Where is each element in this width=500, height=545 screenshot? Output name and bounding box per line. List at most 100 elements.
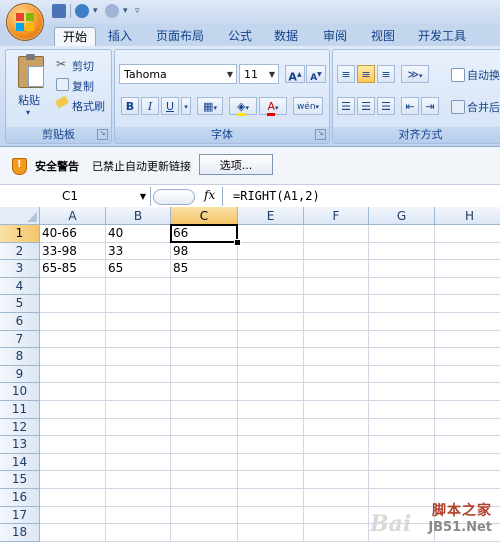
- cell-g16[interactable]: [369, 489, 435, 507]
- cell-c14[interactable]: [171, 453, 238, 472]
- cell-e3[interactable]: [238, 260, 304, 278]
- grow-font-button[interactable]: A▲: [285, 65, 305, 84]
- column-header-a[interactable]: A: [40, 207, 106, 225]
- cell-a18[interactable]: [40, 524, 106, 542]
- row-header-5[interactable]: 5: [0, 295, 40, 313]
- customize-qat-icon[interactable]: ▿: [135, 4, 143, 18]
- cell-f15[interactable]: [304, 471, 369, 489]
- cell-e10[interactable]: [238, 383, 304, 401]
- cell-c4[interactable]: [171, 277, 238, 296]
- cell-f2[interactable]: [304, 242, 369, 261]
- cell-b7[interactable]: [106, 330, 171, 349]
- clipboard-launcher-icon[interactable]: ↘: [97, 129, 108, 140]
- cell-h7[interactable]: [435, 331, 500, 349]
- row-header-10[interactable]: 10: [0, 383, 40, 401]
- cell-f18[interactable]: [304, 524, 369, 542]
- cell-c3[interactable]: 85: [171, 260, 238, 278]
- tab-home[interactable]: 开始: [54, 27, 96, 47]
- cell-e14[interactable]: [238, 453, 304, 472]
- cell-a8[interactable]: [40, 348, 106, 366]
- align-top-button[interactable]: ≡: [337, 65, 355, 83]
- cell-c17[interactable]: [171, 506, 238, 525]
- row-header-14[interactable]: 14: [0, 453, 40, 472]
- fill-handle[interactable]: [234, 238, 241, 246]
- column-header-f[interactable]: F: [304, 207, 369, 225]
- cell-f17[interactable]: [304, 506, 369, 525]
- cell-b5[interactable]: [106, 295, 171, 313]
- column-header-b[interactable]: B: [106, 207, 171, 225]
- cell-a7[interactable]: [40, 330, 106, 349]
- cell-e6[interactable]: [238, 313, 304, 331]
- cell-f12[interactable]: [304, 418, 369, 437]
- merge-center-button[interactable]: 合并后: [467, 99, 500, 115]
- paste-button[interactable]: 粘贴: [18, 92, 40, 108]
- cell-b18[interactable]: [106, 524, 171, 542]
- cell-b1[interactable]: 40: [106, 225, 171, 243]
- cell-a13[interactable]: [40, 436, 106, 454]
- cell-e13[interactable]: [238, 436, 304, 454]
- shrink-font-button[interactable]: A▼: [306, 65, 326, 83]
- cell-e12[interactable]: [238, 418, 304, 437]
- cell-g10[interactable]: [369, 383, 435, 401]
- cell-e9[interactable]: [238, 365, 304, 384]
- chevron-down-icon[interactable]: ▼: [140, 187, 146, 206]
- cell-g12[interactable]: [369, 418, 435, 437]
- cell-h5[interactable]: [435, 295, 500, 313]
- cell-e7[interactable]: [238, 330, 304, 349]
- align-left-button[interactable]: ☰: [337, 97, 355, 115]
- cut-button[interactable]: 剪切: [72, 58, 94, 74]
- row-header-18[interactable]: 18: [0, 524, 40, 542]
- align-right-button[interactable]: ☰: [377, 97, 395, 115]
- formula-input[interactable]: =RIGHT(A1,2): [233, 187, 320, 206]
- cell-a12[interactable]: [40, 418, 106, 437]
- align-middle-button[interactable]: ≡: [357, 65, 375, 83]
- redo-dropdown-icon[interactable]: ▾: [123, 4, 131, 18]
- underline-dropdown-icon[interactable]: ▾: [181, 97, 191, 115]
- format-painter-button[interactable]: 格式刷: [72, 98, 105, 114]
- cell-f5[interactable]: [304, 295, 369, 313]
- cell-h11[interactable]: [435, 401, 500, 419]
- row-header-11[interactable]: 11: [0, 401, 40, 419]
- cell-b17[interactable]: [106, 506, 171, 525]
- cell-h2[interactable]: [435, 243, 500, 261]
- tab-review[interactable]: 审阅: [317, 27, 353, 46]
- cell-g5[interactable]: [369, 295, 435, 313]
- cell-f9[interactable]: [304, 365, 369, 384]
- cell-c13[interactable]: [171, 436, 238, 454]
- cell-a10[interactable]: [40, 383, 106, 401]
- cell-b6[interactable]: [106, 313, 171, 331]
- align-bottom-button[interactable]: ≡: [377, 65, 395, 83]
- tab-insert[interactable]: 插入: [102, 27, 138, 46]
- copy-button[interactable]: 复制: [72, 78, 94, 94]
- cell-f10[interactable]: [304, 383, 369, 401]
- cell-a15[interactable]: [40, 471, 106, 489]
- cell-e4[interactable]: [238, 277, 304, 296]
- cell-c1[interactable]: 66: [171, 225, 238, 243]
- cell-c2[interactable]: 98: [171, 242, 238, 261]
- save-icon[interactable]: [52, 4, 66, 18]
- cell-e18[interactable]: [238, 524, 304, 542]
- font-launcher-icon[interactable]: ↘: [315, 129, 326, 140]
- cell-a2[interactable]: 33-98: [40, 242, 106, 261]
- cell-b14[interactable]: [106, 453, 171, 472]
- cell-c18[interactable]: [171, 524, 238, 542]
- cell-h1[interactable]: [435, 225, 500, 243]
- cell-h15[interactable]: [435, 471, 500, 489]
- underline-button[interactable]: U: [161, 97, 179, 115]
- cell-h10[interactable]: [435, 383, 500, 401]
- cell-e15[interactable]: [238, 471, 304, 489]
- row-header-8[interactable]: 8: [0, 348, 40, 366]
- cell-c10[interactable]: [171, 383, 238, 401]
- office-button[interactable]: [6, 3, 44, 41]
- tab-formulas[interactable]: 公式: [222, 27, 258, 46]
- cell-f14[interactable]: [304, 453, 369, 472]
- cell-a17[interactable]: [40, 506, 106, 525]
- cell-b10[interactable]: [106, 383, 171, 401]
- tab-developer[interactable]: 开发工具: [412, 27, 472, 46]
- cell-b15[interactable]: [106, 471, 171, 489]
- cell-c11[interactable]: [171, 401, 238, 419]
- font-color-button[interactable]: A▾: [259, 97, 287, 116]
- cell-e5[interactable]: [238, 295, 304, 313]
- cell-b4[interactable]: [106, 277, 171, 296]
- align-center-button[interactable]: ☰: [357, 97, 375, 115]
